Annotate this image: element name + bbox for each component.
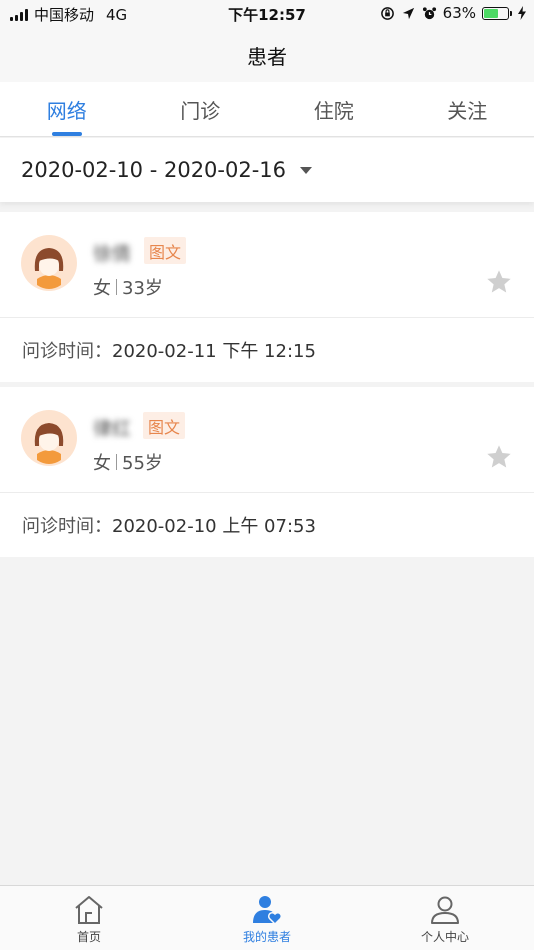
battery-icon: [482, 6, 512, 20]
tabbar-home[interactable]: 首页: [0, 886, 178, 950]
patient-info: 徐倩 图文 女 33岁: [0, 212, 534, 318]
patient-card[interactable]: 律红 图文 女 55岁 问诊时间： 2020-02-10 上午 07:53: [0, 387, 534, 557]
favorite-star-icon[interactable]: [485, 268, 513, 296]
patient-meta: 女 55岁: [93, 449, 163, 475]
patient-age: 55岁: [122, 453, 163, 474]
visit-time-value: 2020-02-11 下午 12:15: [112, 341, 316, 362]
status-right: 63%: [380, 4, 526, 22]
patient-age: 33岁: [122, 278, 163, 299]
alarm-icon: [422, 6, 436, 19]
nav-bar: 患者: [0, 28, 534, 82]
avatar-icon: [21, 410, 77, 466]
avatar-icon: [21, 235, 77, 291]
patient-gender: 女: [93, 453, 111, 474]
profile-icon: [431, 896, 459, 924]
patient-name: 徐倩: [93, 243, 132, 265]
battery-fill: [484, 8, 499, 18]
visit-time-label: 问诊时间：: [22, 516, 112, 537]
tab-network[interactable]: 网络: [0, 82, 134, 136]
tab-outpatient[interactable]: 门诊: [134, 82, 268, 136]
tabbar-profile-label: 个人中心: [420, 930, 469, 944]
orientation-lock-icon: [380, 6, 394, 20]
charging-icon: [518, 6, 526, 20]
tab-following[interactable]: 关注: [401, 82, 534, 136]
date-range-filter[interactable]: 2020-02-10 - 2020-02-16: [0, 138, 534, 202]
date-range-text: 2020-02-10 - 2020-02-16: [21, 158, 287, 182]
battery-percent: 63%: [442, 4, 476, 22]
favorite-star-icon[interactable]: [485, 443, 513, 471]
visit-time-row: 问诊时间： 2020-02-11 下午 12:15: [0, 318, 534, 382]
page-title: 患者: [247, 44, 287, 69]
consult-type-badge: 图文: [144, 237, 187, 264]
patient-gender: 女: [93, 278, 111, 299]
tabbar-my-patients[interactable]: 我的患者: [178, 886, 356, 950]
location-icon: [402, 7, 414, 19]
patient-info: 律红 图文 女 55岁: [0, 387, 534, 493]
visit-time-label: 问诊时间：: [22, 341, 112, 362]
visit-time-value: 2020-02-10 上午 07:53: [112, 516, 316, 537]
patient-meta: 女 33岁: [93, 274, 163, 300]
consult-type-badge: 图文: [143, 412, 186, 439]
dropdown-arrow-icon: [300, 166, 313, 174]
bottom-tab-bar: 首页 我的患者 个人中心: [0, 885, 534, 950]
status-bar: 中国移动 4G 下午12:57 63%: [0, 0, 534, 28]
patient-name: 律红: [93, 418, 132, 440]
tab-strip: 网络 门诊 住院 关注: [0, 82, 534, 137]
tabbar-my-patients-label: 我的患者: [242, 930, 291, 944]
tabbar-home-label: 首页: [76, 930, 101, 944]
patient-card[interactable]: 徐倩 图文 女 33岁 问诊时间： 2020-02-11 下午 12:15: [0, 212, 534, 382]
tab-inpatient[interactable]: 住院: [267, 82, 401, 136]
patients-icon: [253, 896, 283, 926]
visit-time-row: 问诊时间： 2020-02-10 上午 07:53: [0, 493, 534, 557]
home-icon: [75, 896, 103, 924]
tabbar-profile[interactable]: 个人中心: [356, 886, 534, 950]
